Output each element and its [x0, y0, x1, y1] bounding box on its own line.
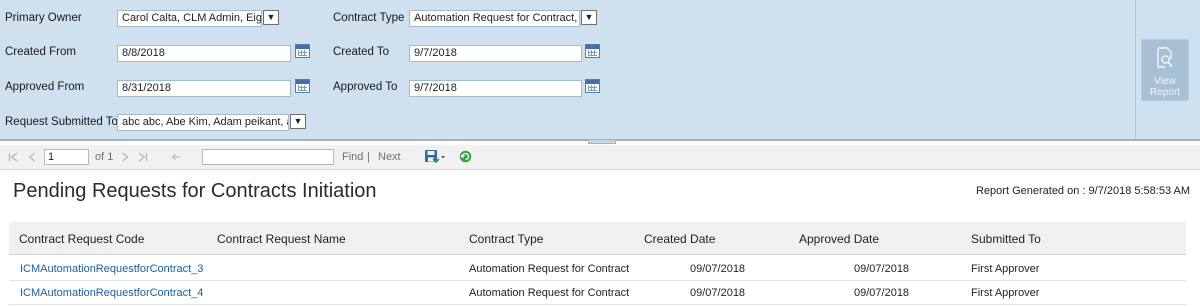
report-toolbar: 1 of 1 Find | Next	[0, 145, 1200, 170]
approved-to-label: Approved To	[333, 81, 398, 93]
primary-owner-select[interactable]: Carol Calta, CLM Admin, Eighth Approver	[117, 10, 262, 27]
contract-type-cell: Automation Request for Contract	[469, 287, 630, 299]
refresh-icon[interactable]	[459, 150, 472, 163]
primary-owner-dropdown-button[interactable]: ▼	[263, 10, 279, 25]
page-count-text: of 1	[95, 151, 114, 163]
created-date-cell: 09/07/2018	[690, 263, 746, 275]
chevron-down-icon: ▼	[293, 116, 303, 126]
calendar-icon[interactable]	[585, 79, 600, 93]
next-link[interactable]: Next	[378, 151, 401, 163]
report-generated-timestamp: Report Generated on : 9/7/2018 5:58:53 A…	[976, 185, 1191, 197]
column-header-code: Contract Request Code	[19, 232, 145, 246]
last-page-icon[interactable]	[138, 152, 148, 162]
approved-from-input[interactable]: 8/31/2018	[117, 80, 291, 97]
previous-page-icon[interactable]	[28, 152, 36, 162]
created-from-input[interactable]: 8/8/2018	[117, 45, 291, 62]
chevron-down-icon: ▼	[584, 12, 594, 22]
approved-date-cell: 09/07/2018	[854, 287, 910, 299]
report-search-icon	[1157, 47, 1173, 68]
created-from-label: Created From	[5, 46, 76, 58]
first-page-icon[interactable]	[8, 152, 18, 162]
request-submitted-to-dropdown-button[interactable]: ▼	[290, 114, 306, 129]
column-header-name: Contract Request Name	[217, 232, 346, 246]
submitted-to-cell: First Approver	[971, 263, 1040, 275]
report-table-header: Contract Request Code Contract Request N…	[9, 222, 1186, 255]
created-to-input[interactable]: 9/7/2018	[409, 45, 582, 62]
view-report-label-line1: View	[1154, 76, 1176, 87]
chevron-down-icon: ▼	[266, 12, 276, 22]
collapse-panel-handle[interactable]	[588, 139, 616, 144]
approved-to-input[interactable]: 9/7/2018	[409, 80, 582, 97]
panel-divider	[1135, 0, 1136, 141]
find-link[interactable]: Find	[342, 151, 363, 163]
contract-request-code-link[interactable]: ICMAutomationRequestforContract_4	[20, 287, 203, 299]
created-to-label: Created To	[333, 46, 390, 58]
primary-owner-label: Primary Owner	[5, 12, 82, 24]
column-header-contract-type: Contract Type	[469, 232, 544, 246]
calendar-icon[interactable]	[295, 79, 310, 93]
column-header-submitted-to: Submitted To	[971, 232, 1041, 246]
report-title: Pending Requests for Contracts Initiatio…	[13, 180, 377, 202]
table-row: ICMAutomationRequestforContract_4 Automa…	[9, 281, 1186, 305]
submitted-to-cell: First Approver	[971, 287, 1040, 299]
contract-type-label: Contract Type	[333, 12, 405, 24]
calendar-icon[interactable]	[295, 44, 310, 58]
toolbar-separator: |	[367, 151, 370, 163]
parameter-panel: Primary Owner Carol Calta, CLM Admin, Ei…	[0, 0, 1200, 144]
find-text-input[interactable]	[202, 149, 334, 165]
approved-date-cell: 09/07/2018	[854, 263, 910, 275]
column-header-created-date: Created Date	[644, 232, 716, 246]
calendar-icon[interactable]	[585, 44, 600, 58]
request-submitted-to-label: Request Submitted To	[5, 116, 118, 128]
contract-type-cell: Automation Request for Contract	[469, 263, 630, 275]
column-header-approved-date: Approved Date	[799, 232, 880, 246]
back-to-parent-icon[interactable]	[170, 151, 182, 163]
view-report-label: View Report	[1142, 76, 1188, 98]
table-row: ICMAutomationRequestforContract_3 Automa…	[9, 257, 1186, 281]
view-report-button[interactable]: View Report	[1141, 39, 1189, 101]
page-number-input[interactable]: 1	[44, 149, 89, 165]
contract-type-dropdown-button[interactable]: ▼	[581, 10, 597, 25]
created-date-cell: 09/07/2018	[690, 287, 746, 299]
approved-from-label: Approved From	[5, 81, 85, 93]
export-save-icon[interactable]	[424, 149, 446, 165]
next-page-icon[interactable]	[121, 152, 129, 162]
request-submitted-to-select[interactable]: abc abc, Abe Kim, Adam peikant, admin	[117, 114, 289, 131]
contract-request-code-link[interactable]: ICMAutomationRequestforContract_3	[20, 263, 203, 275]
contract-type-select[interactable]: Automation Request for Contract, Amendme…	[409, 10, 580, 27]
view-report-label-line2: Report	[1149, 87, 1180, 98]
